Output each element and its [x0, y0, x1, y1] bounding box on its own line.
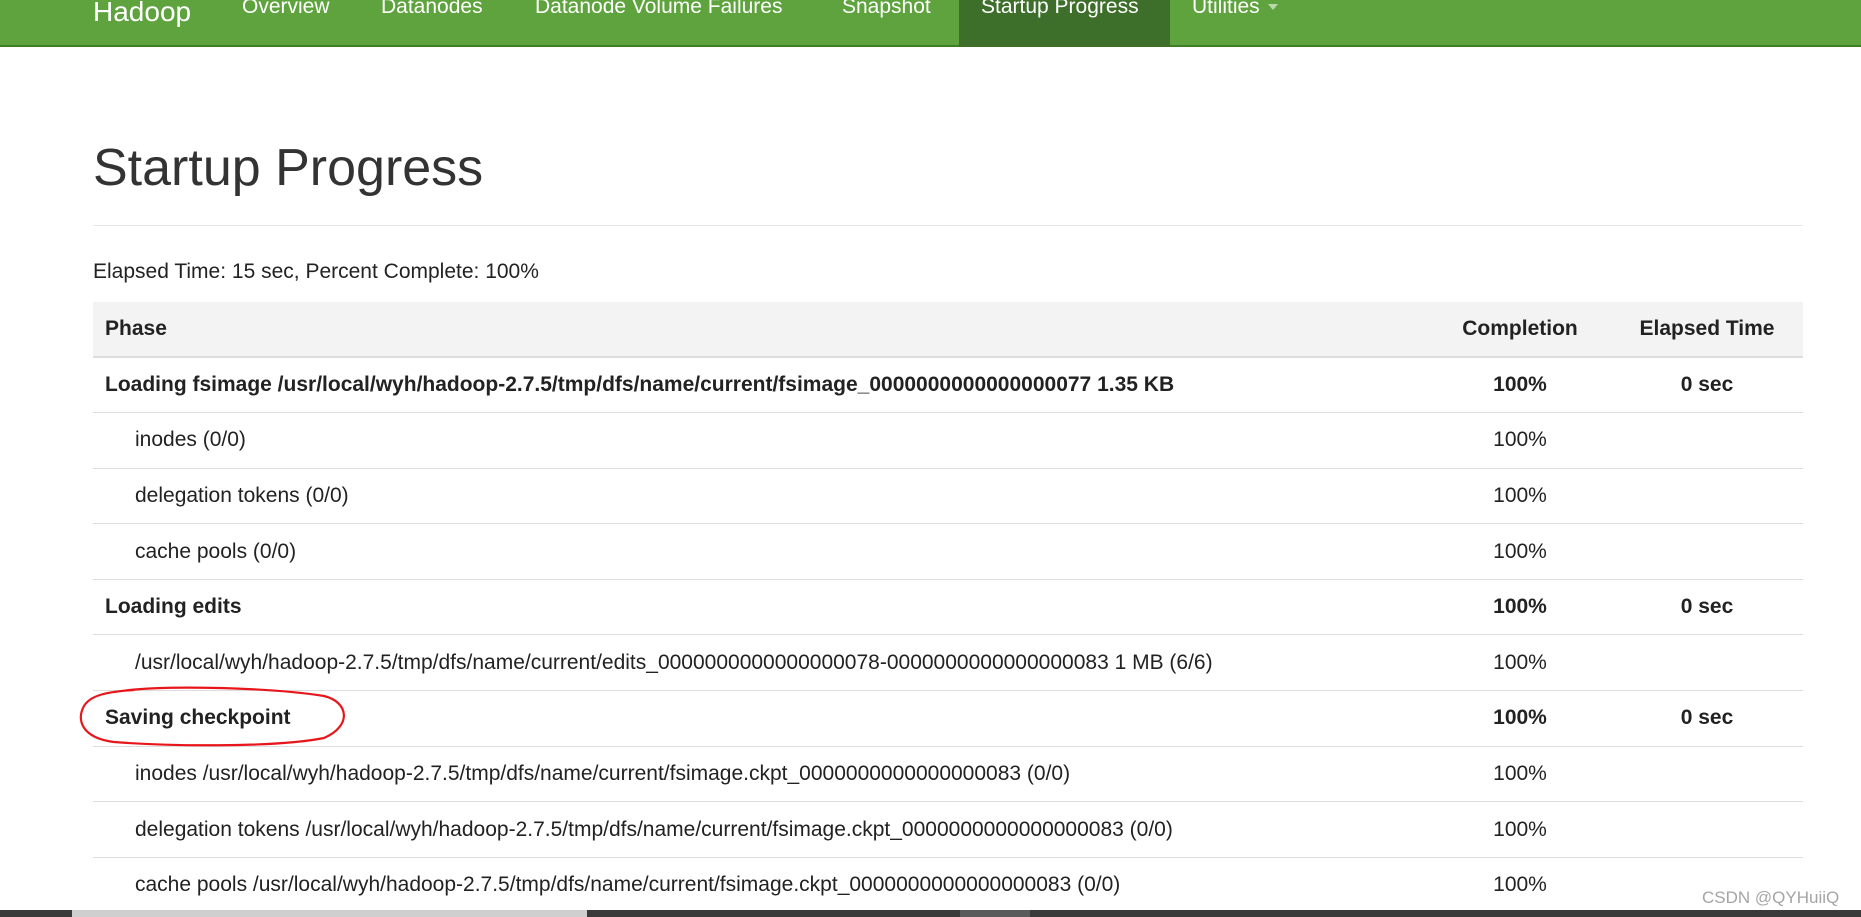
table-row: inodes (0/0) 100%: [93, 412, 1803, 469]
header-phase: Phase: [93, 302, 1429, 358]
page-title: Startup Progress: [93, 139, 484, 197]
nav-snapshot-label: Snapshot: [842, 0, 931, 18]
completion-cell: 100%: [1429, 801, 1611, 858]
nav-datanode-volume-failures-label: Datanode Volume Failures: [535, 0, 783, 18]
phase-cell: inodes /usr/local/wyh/hadoop-2.7.5/tmp/d…: [93, 745, 1429, 802]
completion-cell: 100%: [1429, 523, 1611, 580]
completion-cell: 100%: [1429, 356, 1611, 413]
nav-snapshot[interactable]: Snapshot: [820, 0, 953, 47]
nav-overview[interactable]: Overview: [220, 0, 352, 47]
elapsed-cell: [1611, 745, 1803, 802]
table-row: cache pools (0/0) 100%: [93, 523, 1803, 580]
header-completion: Completion: [1429, 302, 1611, 358]
table-row: /usr/local/wyh/hadoop-2.7.5/tmp/dfs/name…: [93, 634, 1803, 691]
nav-startup-progress[interactable]: Startup Progress: [959, 0, 1170, 47]
completion-cell: 100%: [1429, 467, 1611, 524]
phase-cell: inodes (0/0): [93, 412, 1429, 469]
completion-cell: 100%: [1429, 745, 1611, 802]
completion-cell: 100%: [1429, 856, 1611, 913]
bottom-taskbar-strip: [0, 910, 1861, 917]
nav-startup-progress-label: Startup Progress: [981, 0, 1139, 18]
completion-cell: 100%: [1429, 634, 1611, 691]
elapsed-cell: [1611, 801, 1803, 858]
table-row: inodes /usr/local/wyh/hadoop-2.7.5/tmp/d…: [93, 745, 1803, 802]
phase-cell: Loading fsimage /usr/local/wyh/hadoop-2.…: [93, 356, 1429, 413]
completion-cell: 100%: [1429, 578, 1611, 635]
table-row: cache pools /usr/local/wyh/hadoop-2.7.5/…: [93, 856, 1803, 913]
nav-datanode-volume-failures[interactable]: Datanode Volume Failures: [513, 0, 804, 47]
phase-cell: delegation tokens /usr/local/wyh/hadoop-…: [93, 801, 1429, 858]
completion-cell: 100%: [1429, 412, 1611, 469]
elapsed-cell: 0 sec: [1611, 356, 1803, 413]
table-row: Loading edits 100% 0 sec: [93, 578, 1803, 635]
title-divider: [93, 225, 1803, 226]
header-elapsed-time: Elapsed Time: [1611, 302, 1803, 358]
phase-cell: Saving checkpoint: [93, 690, 1429, 747]
nav-utilities-label: Utilities: [1192, 0, 1260, 18]
watermark-text: CSDN @QYHuiiQ: [1702, 888, 1840, 907]
nav-datanodes-label: Datanodes: [381, 0, 483, 18]
top-navbar: Hadoop Overview Datanodes Datanode Volum…: [0, 0, 1861, 47]
elapsed-cell: [1611, 467, 1803, 524]
phase-cell: delegation tokens (0/0): [93, 467, 1429, 524]
elapsed-cell: [1611, 523, 1803, 580]
nav-overview-label: Overview: [242, 0, 330, 18]
table-row: Loading fsimage /usr/local/wyh/hadoop-2.…: [93, 356, 1803, 413]
elapsed-cell: [1611, 634, 1803, 691]
taskbar-segment: [72, 910, 587, 917]
table-row: delegation tokens (0/0) 100%: [93, 467, 1803, 524]
phase-cell: Loading edits: [93, 578, 1429, 635]
brand-logo[interactable]: Hadoop: [93, 0, 191, 32]
table-row: delegation tokens /usr/local/wyh/hadoop-…: [93, 801, 1803, 858]
phase-cell: cache pools /usr/local/wyh/hadoop-2.7.5/…: [93, 856, 1429, 913]
phase-cell: cache pools (0/0): [93, 523, 1429, 580]
startup-progress-table: Phase Completion Elapsed Time Loading fs…: [93, 302, 1803, 913]
elapsed-cell: 0 sec: [1611, 690, 1803, 747]
nav-utilities-dropdown[interactable]: Utilities: [1170, 0, 1300, 47]
table-header-row: Phase Completion Elapsed Time: [93, 302, 1803, 358]
elapsed-cell: 0 sec: [1611, 578, 1803, 635]
taskbar-segment: [960, 910, 1030, 917]
table-row: Saving checkpoint 100% 0 sec: [93, 690, 1803, 747]
progress-summary: Elapsed Time: 15 sec, Percent Complete: …: [93, 260, 539, 283]
chevron-down-icon: [1267, 4, 1278, 11]
elapsed-cell: [1611, 412, 1803, 469]
completion-cell: 100%: [1429, 690, 1611, 747]
nav-datanodes[interactable]: Datanodes: [359, 0, 505, 47]
phase-cell: /usr/local/wyh/hadoop-2.7.5/tmp/dfs/name…: [93, 634, 1429, 691]
